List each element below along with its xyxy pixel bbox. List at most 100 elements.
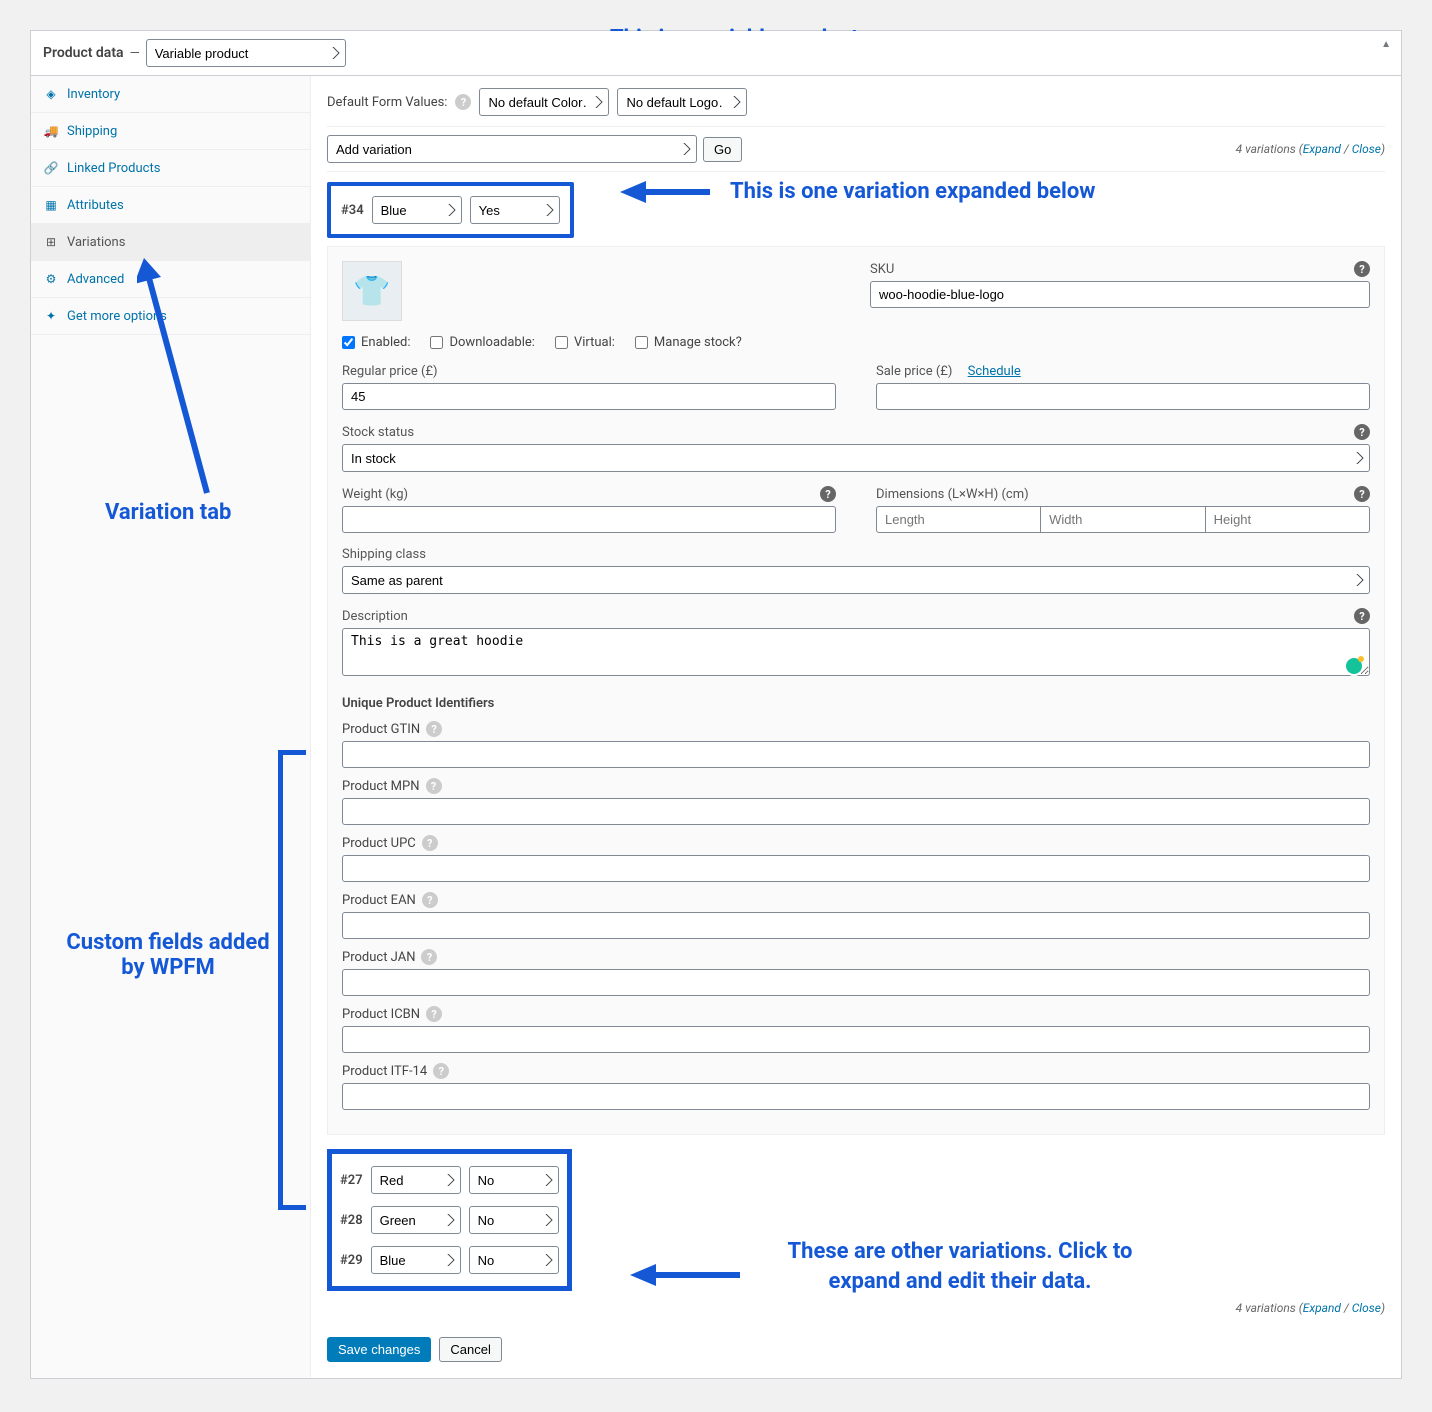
default-logo-select[interactable]: No default Logo… xyxy=(617,88,747,116)
sidebar-item-label: Get more options xyxy=(67,309,167,324)
product-type-select[interactable]: Variable product xyxy=(146,39,346,67)
identifier-field: Product EAN ? xyxy=(342,892,1370,939)
identifier-input[interactable] xyxy=(342,1083,1370,1110)
variation-color-select[interactable]: Blue xyxy=(371,1246,461,1274)
sidebar-item-label: Shipping xyxy=(67,124,117,139)
close-link[interactable]: Close xyxy=(1352,1301,1381,1315)
default-color-select[interactable]: No default Color… xyxy=(479,88,609,116)
identifier-field: Product ICBN ? xyxy=(342,1006,1370,1053)
variation-logo-select[interactable]: Yes xyxy=(470,196,560,224)
weight-label: Weight (kg) xyxy=(342,487,408,502)
variation-row[interactable]: #27 Red No xyxy=(338,1160,561,1200)
identifier-input[interactable] xyxy=(342,855,1370,882)
shipping-class-label: Shipping class xyxy=(342,547,426,562)
save-button[interactable]: Save changes xyxy=(327,1337,431,1362)
regular-price-input[interactable] xyxy=(342,383,836,410)
enabled-checkbox[interactable]: Enabled: xyxy=(342,335,410,350)
length-input[interactable] xyxy=(876,506,1041,533)
dimensions-label: Dimensions (L×W×H) (cm) xyxy=(876,487,1029,502)
help-icon[interactable]: ? xyxy=(820,486,836,502)
identifier-label: Product ICBN xyxy=(342,1007,420,1022)
help-icon[interactable]: ? xyxy=(1354,261,1370,277)
sidebar-item-advanced[interactable]: ⚙ Advanced xyxy=(31,261,310,298)
sale-price-input[interactable] xyxy=(876,383,1370,410)
height-input[interactable] xyxy=(1206,506,1370,533)
product-data-panel: Product data — Variable product ▲ ◈ Inve… xyxy=(30,30,1402,1379)
variations-count: 4 variations (Expand / Close) xyxy=(1236,142,1385,156)
go-button[interactable]: Go xyxy=(703,137,742,162)
width-input[interactable] xyxy=(1041,506,1205,533)
variation-image[interactable]: 👕 xyxy=(342,261,402,321)
identifier-input[interactable] xyxy=(342,969,1370,996)
identifier-input[interactable] xyxy=(342,741,1370,768)
virtual-checkbox[interactable]: Virtual: xyxy=(555,335,615,350)
identifier-field: Product JAN ? xyxy=(342,949,1370,996)
manage-stock-checkbox[interactable]: Manage stock? xyxy=(635,335,742,350)
variation-logo-select[interactable]: No xyxy=(469,1246,559,1274)
shipping-class-select[interactable]: Same as parent xyxy=(342,566,1370,594)
help-icon[interactable]: ? xyxy=(455,94,471,110)
bracket-line xyxy=(278,770,283,1190)
cancel-button[interactable]: Cancel xyxy=(439,1337,501,1362)
sidebar-item-variations[interactable]: ⊞ Variations xyxy=(31,224,310,261)
expand-link[interactable]: Expand xyxy=(1303,1301,1341,1315)
identifier-input[interactable] xyxy=(342,1026,1370,1053)
variation-row[interactable]: #28 Green No xyxy=(338,1200,561,1240)
description-textarea[interactable]: This is a great hoodie xyxy=(342,628,1370,676)
sidebar-item-attributes[interactable]: ▦ Attributes xyxy=(31,187,310,224)
variation-action-select[interactable]: Add variation xyxy=(327,135,697,163)
help-icon[interactable]: ? xyxy=(1354,608,1370,624)
expand-link[interactable]: Expand xyxy=(1303,142,1341,156)
help-icon[interactable]: ? xyxy=(421,949,437,965)
variations-toolbar: Add variation Go 4 variations (Expand / … xyxy=(327,126,1385,172)
highlight-box: #34 Blue Yes xyxy=(327,182,574,238)
variation-color-select[interactable]: Blue xyxy=(372,196,462,224)
highlight-box: #27RedNo#28GreenNo#29BlueNo xyxy=(327,1149,572,1291)
identifier-input[interactable] xyxy=(342,912,1370,939)
help-icon[interactable]: ? xyxy=(422,892,438,908)
sale-price-label: Sale price (£) xyxy=(876,364,952,379)
help-icon[interactable]: ? xyxy=(433,1063,449,1079)
close-link[interactable]: Close xyxy=(1352,142,1381,156)
footer-actions: Save changes Cancel xyxy=(327,1337,1385,1362)
variation-id: #27 xyxy=(340,1173,363,1188)
identifiers-title: Unique Product Identifiers xyxy=(342,696,1370,711)
variation-toggles: Enabled: Downloadable: Virtual: Manage s… xyxy=(342,335,1370,350)
variation-logo-select[interactable]: No xyxy=(469,1206,559,1234)
help-icon[interactable]: ? xyxy=(426,778,442,794)
variation-logo-select[interactable]: No xyxy=(469,1166,559,1194)
variation-row[interactable]: #29BlueNo xyxy=(338,1240,561,1280)
weight-input[interactable] xyxy=(342,506,836,533)
collapse-toggle-icon[interactable]: ▲ xyxy=(1381,39,1391,50)
sku-input[interactable] xyxy=(870,281,1370,308)
help-icon[interactable]: ? xyxy=(1354,424,1370,440)
identifier-field: Product ITF-14 ? xyxy=(342,1063,1370,1110)
identifier-input[interactable] xyxy=(342,798,1370,825)
bracket-bottom xyxy=(278,1190,306,1210)
help-icon[interactable]: ? xyxy=(426,721,442,737)
default-values-label: Default Form Values: xyxy=(327,95,447,110)
variation-color-select[interactable]: Green xyxy=(371,1206,461,1234)
attributes-icon: ▦ xyxy=(43,197,59,213)
more-icon: ✦ xyxy=(43,308,59,324)
sidebar-item-shipping[interactable]: 🚚 Shipping xyxy=(31,113,310,150)
sidebar-item-label: Advanced xyxy=(67,272,124,287)
identifiers-group: Product GTIN ?Product MPN ?Product UPC ?… xyxy=(342,721,1370,1110)
help-icon[interactable]: ? xyxy=(426,1006,442,1022)
help-icon[interactable]: ? xyxy=(422,835,438,851)
variation-color-select[interactable]: Red xyxy=(371,1166,461,1194)
schedule-link[interactable]: Schedule xyxy=(968,364,1021,379)
variation-id: #28 xyxy=(340,1213,363,1228)
downloadable-checkbox[interactable]: Downloadable: xyxy=(430,335,534,350)
stock-status-select[interactable]: In stock xyxy=(342,444,1370,472)
sidebar-item-label: Inventory xyxy=(67,87,120,102)
identifier-label: Product ITF-14 xyxy=(342,1064,427,1079)
main-content: Default Form Values: ? No default Color…… xyxy=(311,76,1401,1378)
identifier-field: Product UPC ? xyxy=(342,835,1370,882)
sidebar-item-linked[interactable]: 🔗 Linked Products xyxy=(31,150,310,187)
sidebar-item-more[interactable]: ✦ Get more options xyxy=(31,298,310,335)
help-icon[interactable]: ? xyxy=(1354,486,1370,502)
variation-row-34[interactable]: #34 Blue Yes xyxy=(337,190,564,230)
sidebar-item-inventory[interactable]: ◈ Inventory xyxy=(31,76,310,113)
regular-price-label: Regular price (£) xyxy=(342,364,438,379)
